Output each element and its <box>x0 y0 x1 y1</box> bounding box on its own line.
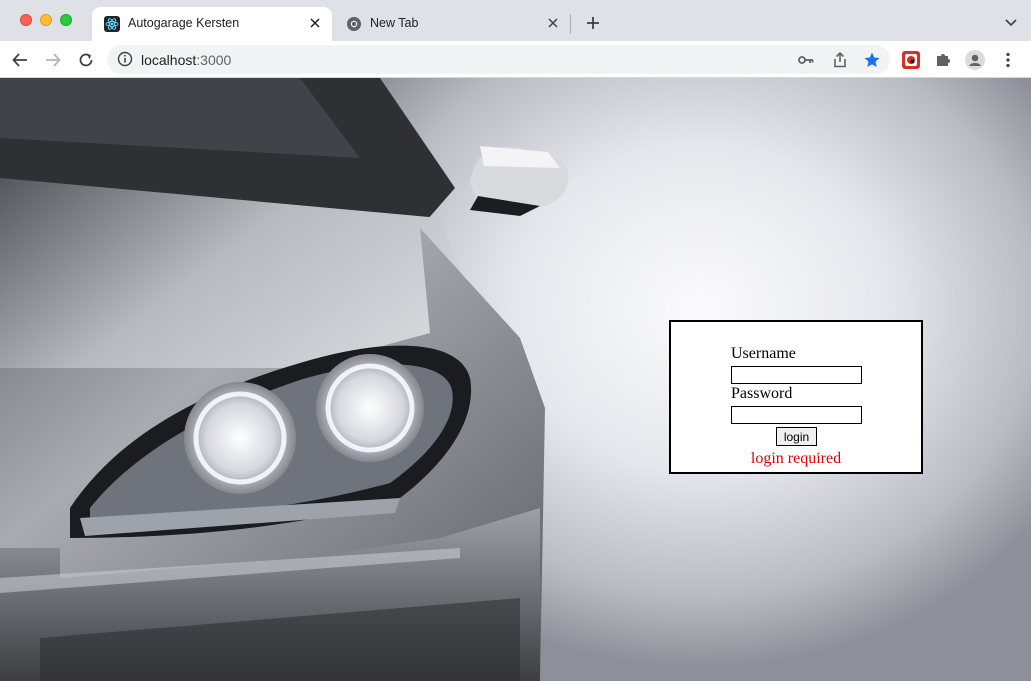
forward-arrow-icon[interactable] <box>42 49 64 71</box>
login-form: Username Password login login required <box>669 320 923 474</box>
extension-icon[interactable] <box>901 50 921 70</box>
close-icon[interactable] <box>306 14 324 32</box>
password-label: Password <box>731 385 793 402</box>
tab-autogarage-kersten[interactable]: Autogarage Kersten <box>92 7 332 41</box>
tab-title: New Tab <box>370 16 419 30</box>
tab-title: Autogarage Kersten <box>128 16 240 30</box>
key-icon[interactable] <box>797 51 815 69</box>
minimize-window-button[interactable] <box>40 14 52 26</box>
url-text: localhost:3000 <box>141 52 231 68</box>
close-window-button[interactable] <box>20 14 32 26</box>
url-host: localhost <box>141 52 197 68</box>
bookmark-star-icon[interactable] <box>863 51 881 69</box>
info-icon[interactable] <box>117 51 133 67</box>
zoom-window-button[interactable] <box>60 14 72 26</box>
url-port: :3000 <box>196 52 232 68</box>
status-message: login required <box>750 450 842 467</box>
react-icon <box>104 16 120 32</box>
puzzle-icon[interactable] <box>933 50 953 70</box>
share-icon[interactable] <box>831 51 849 69</box>
tab-strip: Autogarage Kersten New Tab <box>0 0 1031 41</box>
browser-toolbar: localhost:3000 <box>0 41 1031 78</box>
tab-separator <box>570 14 571 34</box>
tab-new-tab[interactable]: New Tab <box>334 7 570 41</box>
username-label: Username <box>731 345 796 362</box>
back-arrow-icon[interactable] <box>9 49 31 71</box>
profile-avatar-icon[interactable] <box>965 50 985 70</box>
address-bar[interactable]: localhost:3000 <box>107 45 890 74</box>
close-icon[interactable] <box>544 14 562 32</box>
login-button[interactable]: login <box>776 427 817 446</box>
reload-icon[interactable] <box>75 49 97 71</box>
new-tab-button[interactable] <box>582 12 604 34</box>
chrome-icon <box>346 16 362 32</box>
more-menu-icon[interactable] <box>998 50 1018 70</box>
page-viewport: Username Password login login required <box>0 78 1031 681</box>
password-input[interactable] <box>731 406 862 424</box>
chevron-down-icon[interactable] <box>1003 14 1019 30</box>
username-input[interactable] <box>731 366 862 384</box>
